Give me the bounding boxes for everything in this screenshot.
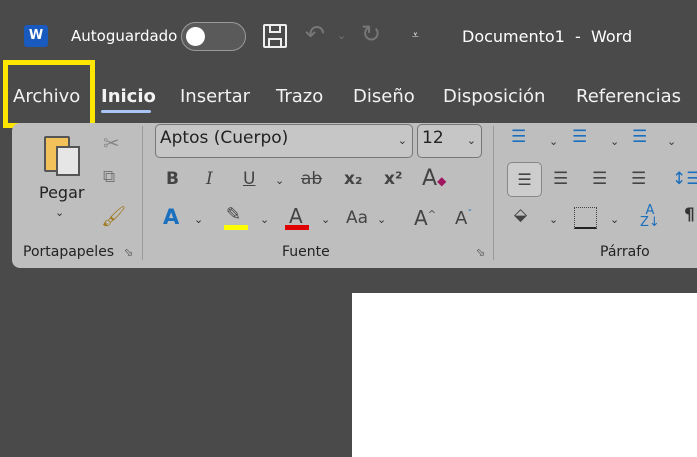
change-case-dropdown-icon[interactable]: ⌄: [377, 213, 386, 226]
borders-dropdown-icon[interactable]: ⌄: [610, 213, 619, 226]
autosave-label: Autoguardado: [71, 27, 178, 45]
undo-icon[interactable]: ↶: [305, 20, 325, 48]
strikethrough-button[interactable]: ab: [301, 169, 322, 189]
tab-disposicion[interactable]: Disposición: [443, 86, 545, 107]
chevron-down-icon: ⌄: [397, 134, 407, 147]
font-group-label: Fuente: [282, 244, 330, 260]
numbering-icon[interactable]: ☰: [572, 127, 587, 147]
autosave-toggle[interactable]: [181, 22, 246, 51]
highlight-icon[interactable]: ✎: [226, 204, 241, 225]
font-color-bar: [285, 225, 309, 230]
font-size-select[interactable]: 12 ⌄: [417, 124, 482, 158]
shading-dropdown-icon[interactable]: ⌄: [549, 213, 558, 226]
tab-trazo[interactable]: Trazo: [276, 86, 323, 107]
paragraph-mark-icon[interactable]: ¶: [684, 205, 695, 225]
font-launcher-icon[interactable]: ⬂: [476, 246, 485, 259]
font-color-dropdown-icon[interactable]: ⌄: [321, 213, 330, 226]
tab-inicio[interactable]: Inicio: [101, 86, 156, 107]
shrink-font-icon[interactable]: Aˇ: [455, 208, 472, 229]
cut-icon[interactable]: ✂: [103, 131, 120, 155]
bullets-dropdown-icon[interactable]: ⌄: [549, 135, 558, 148]
tab-insertar[interactable]: Insertar: [180, 86, 250, 107]
undo-dropdown-icon[interactable]: ⌄: [337, 29, 346, 42]
align-left-button[interactable]: ☰: [507, 162, 542, 197]
italic-button[interactable]: I: [206, 169, 213, 189]
borders-icon[interactable]: [574, 207, 597, 229]
shading-icon[interactable]: ⬙: [514, 205, 527, 225]
text-effects-icon[interactable]: A: [163, 205, 179, 229]
align-center-icon[interactable]: ☰: [553, 169, 568, 189]
line-spacing-icon[interactable]: ↕☰: [672, 169, 697, 189]
font-name-select[interactable]: Aptos (Cuerpo) ⌄: [155, 124, 413, 158]
clear-formatting-icon[interactable]: A◆: [422, 166, 446, 191]
paragraph-group-label: Párrafo: [600, 244, 650, 260]
paste-dropdown-icon[interactable]: ⌄: [55, 206, 64, 219]
bold-button[interactable]: B: [166, 169, 179, 189]
multilevel-dropdown-icon[interactable]: ⌄: [667, 135, 676, 148]
highlight-dropdown-icon[interactable]: ⌄: [260, 213, 269, 226]
numbering-dropdown-icon[interactable]: ⌄: [610, 135, 619, 148]
paste-icon[interactable]: [44, 132, 84, 176]
paste-label[interactable]: Pegar: [39, 183, 84, 202]
tab-diseno[interactable]: Diseño: [353, 86, 415, 107]
text-effects-dropdown-icon[interactable]: ⌄: [194, 213, 203, 226]
chevron-down-icon: ⌄: [466, 134, 476, 147]
document-page[interactable]: [352, 293, 697, 457]
font-name-value: Aptos (Cuerpo): [160, 128, 289, 148]
tab-active-underline: [101, 110, 151, 113]
multilevel-list-icon[interactable]: ☰: [632, 127, 647, 147]
redo-icon[interactable]: ↻: [361, 20, 381, 48]
change-case-icon[interactable]: Aa: [346, 208, 368, 228]
save-icon[interactable]: [263, 24, 287, 48]
superscript-button[interactable]: x²: [384, 169, 402, 189]
bullets-icon[interactable]: ☰: [511, 127, 526, 147]
grow-font-icon[interactable]: A^: [414, 206, 436, 230]
customize-qat-icon[interactable]: ⩡: [412, 28, 419, 43]
sort-icon[interactable]: A Z↓: [640, 204, 660, 229]
document-title: Documento1 - Word: [462, 27, 633, 46]
clipboard-group-label: Portapapeles: [23, 244, 115, 260]
tab-referencias[interactable]: Referencias: [576, 86, 681, 107]
subscript-button[interactable]: x₂: [344, 169, 362, 189]
copy-icon[interactable]: ⧉: [103, 167, 115, 187]
tab-archivo[interactable]: Archivo: [13, 86, 80, 107]
format-painter-icon[interactable]: 🖌: [101, 204, 126, 228]
underline-button[interactable]: U: [243, 169, 255, 189]
highlight-color-bar: [224, 225, 248, 230]
clipboard-launcher-icon[interactable]: ⬂: [124, 246, 133, 259]
align-right-icon[interactable]: ☰: [592, 169, 607, 189]
justify-icon[interactable]: ☰: [631, 169, 646, 189]
word-icon: W: [24, 25, 48, 47]
underline-dropdown-icon[interactable]: ⌄: [275, 174, 284, 187]
font-size-value: 12: [422, 128, 444, 148]
